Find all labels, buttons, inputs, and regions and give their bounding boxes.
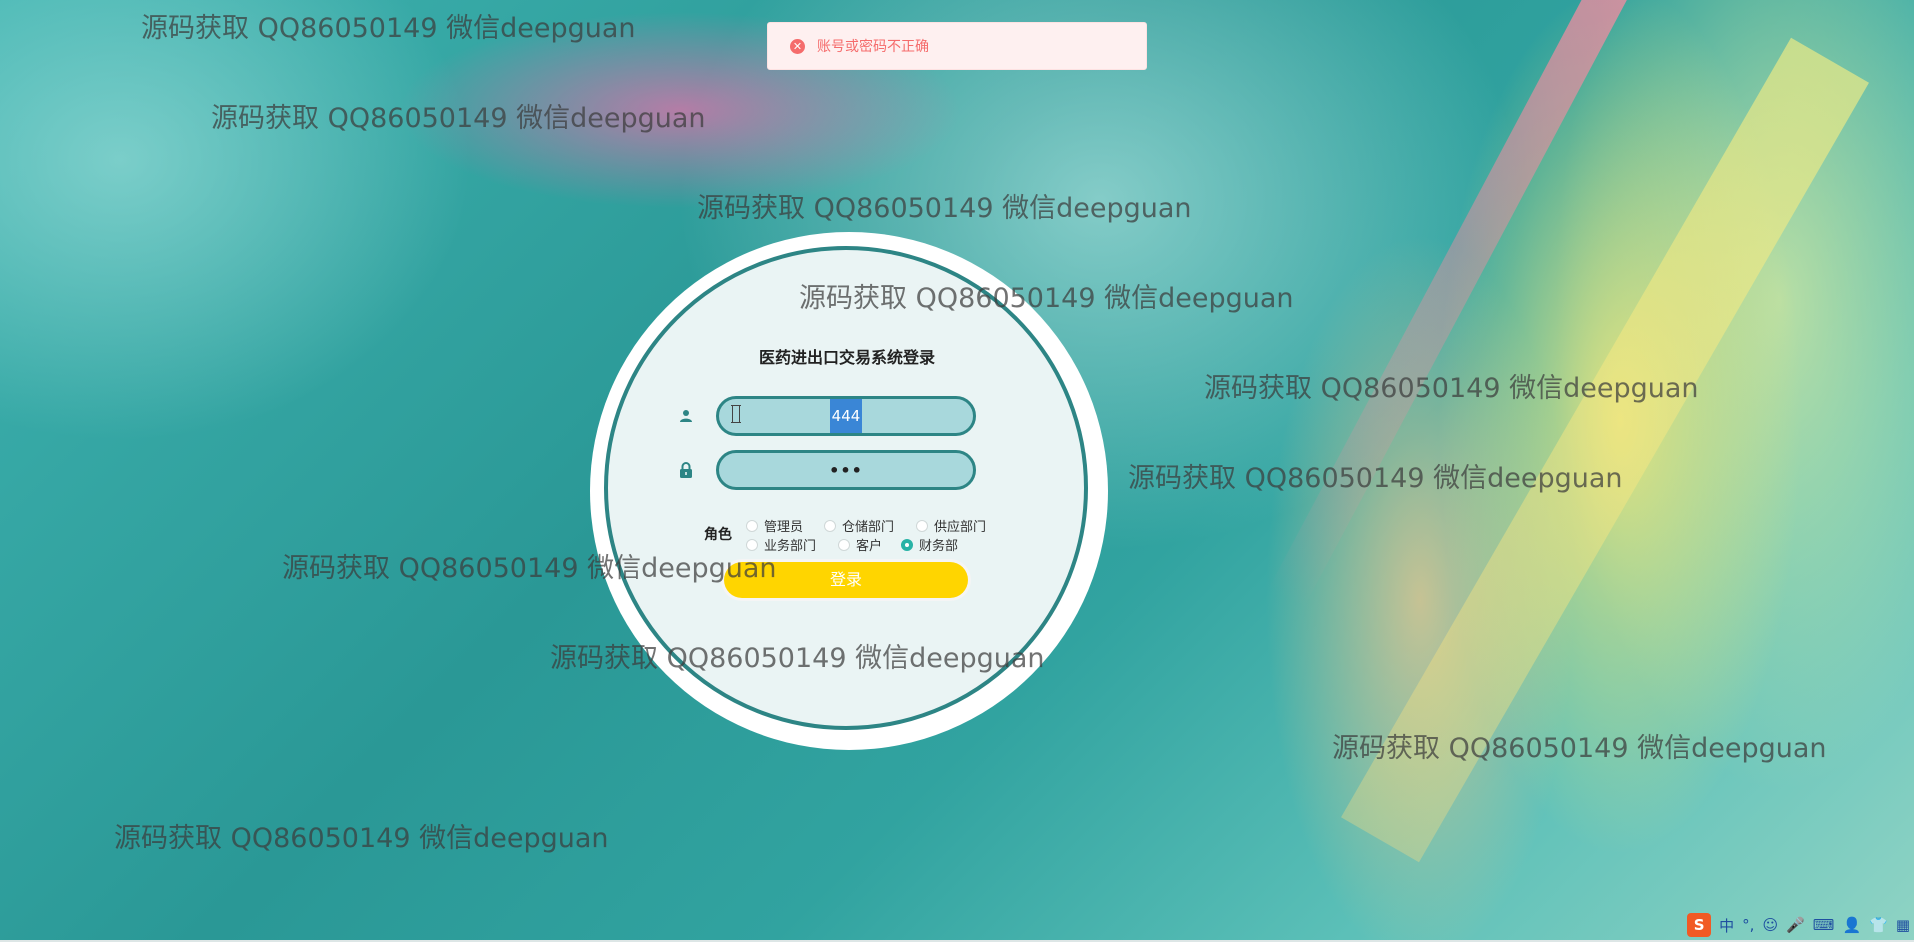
radio-circle[interactable] xyxy=(838,538,850,551)
watermark-text: 源码获取 QQ86050149 微信deepguan xyxy=(697,193,1192,224)
ime-toolbar: S 中 °, ☺ 🎤 ⌨ 👤 👕 ▦ xyxy=(1687,908,1914,942)
role-radio-finance[interactable]: 财务部 xyxy=(901,535,958,554)
chinese-mode-icon[interactable]: 中 xyxy=(1719,915,1734,936)
role-radio-supply[interactable]: 供应部门 xyxy=(916,516,986,535)
emoji-icon[interactable]: ☺ xyxy=(1762,916,1778,934)
watermark-text: 源码获取 QQ86050149 微信deepguan xyxy=(1332,733,1827,764)
role-label: 角色 xyxy=(704,527,732,543)
microphone-icon[interactable]: 🎤 xyxy=(1786,916,1805,934)
toast-message: 账号或密码不正确 xyxy=(817,39,929,55)
toolbox-icon[interactable]: ▦ xyxy=(1896,916,1910,934)
watermark-text: 源码获取 QQ86050149 微信deepguan xyxy=(211,103,706,134)
user-icon xyxy=(680,410,692,422)
watermark-text: 源码获取 QQ86050149 微信deepguan xyxy=(114,823,609,854)
error-toast: ✕ 账号或密码不正确 xyxy=(767,22,1147,70)
role-label-text: 财务部 xyxy=(919,539,959,554)
login-title: 医药进出口交易系统登录 xyxy=(758,348,935,367)
role-label-text: 供应部门 xyxy=(934,520,987,535)
radio-circle[interactable] xyxy=(824,519,836,532)
error-circle-icon: ✕ xyxy=(790,38,805,54)
radio-circle[interactable] xyxy=(916,519,928,532)
watermark-text: 源码获取 QQ86050149 微信deepguan xyxy=(141,13,636,44)
lock-icon xyxy=(680,462,692,478)
password-value: ••• xyxy=(829,460,863,480)
skin-icon[interactable]: 👕 xyxy=(1869,916,1888,934)
radio-circle-checked[interactable] xyxy=(901,538,913,551)
username-value: 444 xyxy=(829,399,863,433)
role-radio-customer[interactable]: 客户 xyxy=(838,535,882,554)
watermark-text: 源码获取 QQ86050149 微信deepguan xyxy=(1128,463,1623,494)
watermark-text: 源码获取 QQ86050149 微信deepguan xyxy=(282,553,777,584)
watermark-text: 源码获取 QQ86050149 微信deepguan xyxy=(550,643,1045,674)
watermark-text: 源码获取 QQ86050149 微信deepguan xyxy=(799,283,1294,314)
punctuation-icon[interactable]: °, xyxy=(1742,916,1754,934)
keyboard-icon[interactable]: ⌨ xyxy=(1813,916,1835,934)
user-icon[interactable]: 👤 xyxy=(1842,916,1861,934)
password-input[interactable]: ••• xyxy=(716,450,976,490)
role-label-text: 客户 xyxy=(856,539,883,554)
role-radio-admin[interactable]: 管理员 xyxy=(746,516,803,535)
role-label-text: 仓储部门 xyxy=(842,520,895,535)
username-input[interactable]: 444 xyxy=(716,396,976,436)
radio-circle[interactable] xyxy=(746,519,758,532)
sogou-logo-icon[interactable]: S xyxy=(1687,913,1712,937)
role-label-text: 管理员 xyxy=(764,520,804,535)
watermark-text: 源码获取 QQ86050149 微信deepguan xyxy=(1204,373,1699,404)
text-cursor-icon xyxy=(731,405,741,423)
role-radio-warehouse[interactable]: 仓储部门 xyxy=(824,516,894,535)
